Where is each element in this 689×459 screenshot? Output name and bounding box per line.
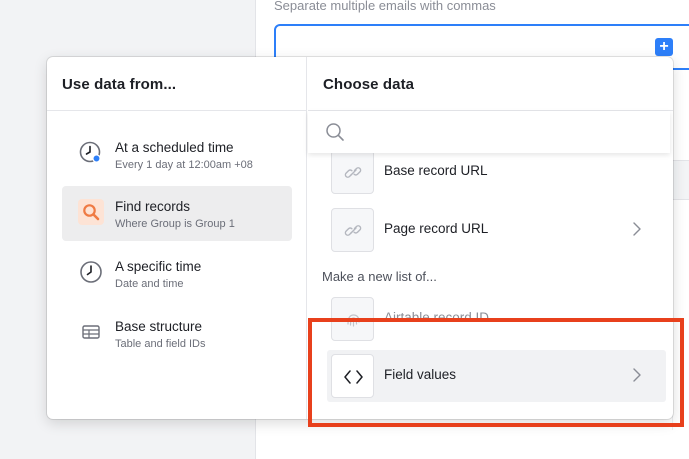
option-label: Base record URL [384, 163, 488, 178]
option-label: Field values [384, 367, 457, 382]
chevron-right-icon [630, 366, 644, 384]
code-brackets-icon [331, 354, 374, 398]
choose-data-column: Choose data Base record URL Page record … [308, 57, 673, 419]
option-label: Page record URL [384, 221, 489, 236]
link-icon [331, 150, 374, 194]
fingerprint-icon [331, 297, 374, 341]
source-item-title: At a scheduled time [115, 140, 234, 155]
new-list-section-label: Make a new list of... [322, 269, 437, 284]
insert-data-button[interactable]: + [655, 38, 673, 56]
option-label: Airtable record ID [384, 310, 490, 325]
background-divider [672, 250, 689, 430]
clock-icon [78, 259, 104, 285]
choose-data-heading: Choose data [308, 57, 673, 111]
option-field-values[interactable]: Field values [327, 350, 666, 402]
data-search-bar [308, 111, 670, 153]
option-page-record-url[interactable]: Page record URL [327, 204, 666, 256]
data-source-heading: Use data from... [47, 57, 306, 111]
source-item-specific-time[interactable]: A specific time Date and time [62, 246, 292, 301]
source-item-subtitle: Where Group is Group 1 [115, 218, 235, 230]
option-airtable-record-id[interactable]: Airtable record ID [327, 293, 666, 345]
source-item-title: Base structure [115, 319, 203, 334]
email-helper-text: Separate multiple emails with commas [274, 0, 496, 13]
source-item-title: Find records [115, 199, 191, 214]
clock-icon [78, 140, 104, 166]
link-icon [331, 208, 374, 252]
search-icon [78, 199, 104, 225]
source-item-scheduled-time[interactable]: At a scheduled time Every 1 day at 12:00… [62, 127, 292, 182]
option-base-record-url[interactable]: Base record URL [327, 146, 666, 198]
source-item-base-structure[interactable]: Base structure Table and field IDs [62, 306, 292, 361]
source-item-title: A specific time [115, 259, 202, 274]
table-icon [78, 319, 104, 345]
search-icon [324, 121, 346, 143]
data-picker-popover: Use data from... At a scheduled time Eve… [47, 57, 673, 419]
source-item-subtitle: Every 1 day at 12:00am +08 [115, 159, 253, 171]
chevron-right-icon [630, 220, 644, 238]
data-search-input[interactable] [352, 119, 652, 145]
source-item-subtitle: Date and time [115, 278, 184, 290]
source-item-find-records[interactable]: Find records Where Group is Group 1 [62, 186, 292, 241]
data-source-column: Use data from... At a scheduled time Eve… [47, 57, 307, 419]
source-item-subtitle: Table and field IDs [115, 338, 206, 350]
